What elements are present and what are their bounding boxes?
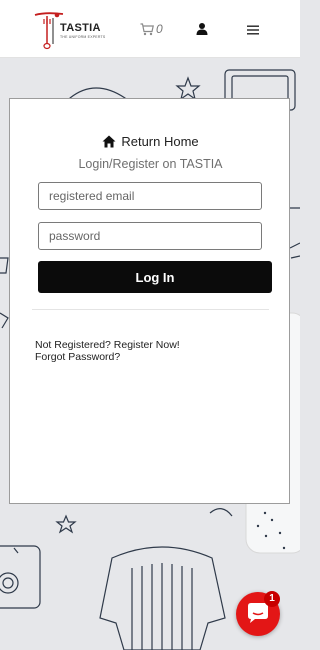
- user-icon: [196, 23, 208, 35]
- forgot-password-link[interactable]: Forgot Password?: [35, 351, 180, 363]
- hamburger-icon: [247, 25, 259, 35]
- login-card: Return Home Login/Register on TASTIA Log…: [9, 98, 290, 504]
- cart-icon: [140, 22, 154, 35]
- brand-tagline: THE UNIFORM EXPERTS: [60, 35, 106, 39]
- home-icon: [102, 135, 116, 148]
- password-field[interactable]: [38, 222, 262, 250]
- chat-notification-badge: 1: [264, 591, 280, 607]
- menu-button[interactable]: [247, 23, 259, 35]
- divider: [32, 309, 269, 310]
- auth-links: Not Registered? Register Now! Forgot Pas…: [35, 339, 180, 363]
- cart-count: 0: [156, 22, 163, 36]
- return-home-link[interactable]: Return Home: [10, 134, 291, 149]
- account-button[interactable]: [195, 22, 209, 36]
- brand-name: TASTIA: [60, 22, 101, 34]
- cart-button[interactable]: 0: [140, 21, 163, 37]
- return-home-label: Return Home: [121, 134, 199, 149]
- email-field[interactable]: [38, 182, 262, 210]
- register-link[interactable]: Not Registered? Register Now!: [35, 339, 180, 351]
- login-subtitle: Login/Register on TASTIA: [78, 157, 223, 171]
- header: TASTIA THE UNIFORM EXPERTS 0: [0, 0, 300, 58]
- login-button[interactable]: Log In: [38, 261, 272, 293]
